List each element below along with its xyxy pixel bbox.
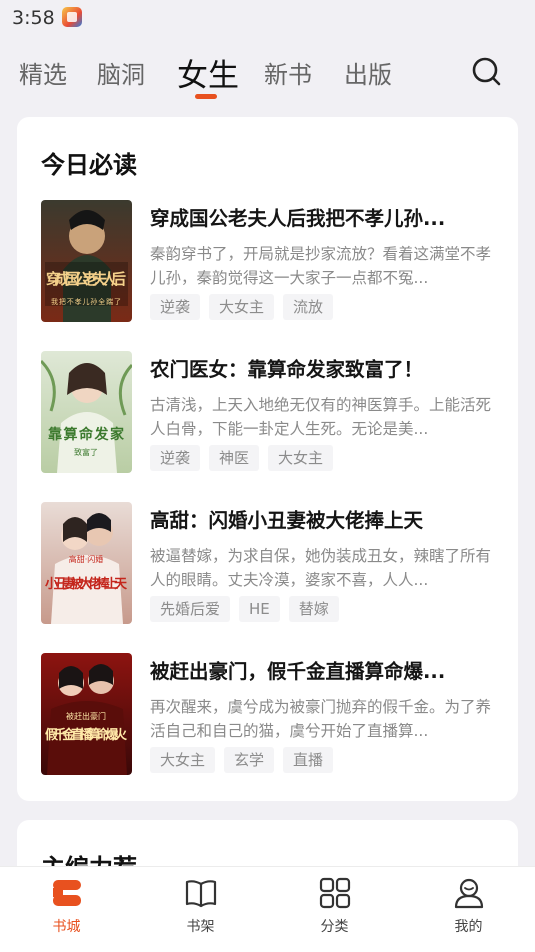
bookstore-icon [50,876,84,910]
tab-brainhole[interactable]: 脑洞 [97,55,145,90]
book-item[interactable]: 假千金直播算命爆火 被赶出豪门 被赶出豪门，假千金直播算命爆... 再次醒来，虞… [17,653,518,775]
cover-title: 假千金直播算命爆火 [45,727,128,743]
status-bar: 3:58 [0,0,535,38]
profile-icon [452,876,486,910]
tag[interactable]: 大女主 [150,747,216,773]
tag[interactable]: 流放 [283,294,334,320]
channel-tabs: 精选 脑洞 女生 新书 出版 [0,50,535,100]
nav-bookshelf[interactable]: 书架 [134,867,267,952]
tag-list: 逆袭 大女主 流放 [150,294,334,320]
book-description: 秦韵穿书了，开局就是抄家流放？看着这满堂不孝儿孙，秦韵觉得这一大家子一点都不冤.… [150,245,492,287]
cover-subtitle: 致富了 [74,447,98,457]
book-item[interactable]: 穿成国公老夫人后 我把不孝儿孙全踹了 穿成国公老夫人后我把不孝儿孙... 秦韵穿… [17,200,518,322]
tab-featured[interactable]: 精选 [19,55,67,90]
nav-label: 分类 [320,919,349,935]
cover-subtitle: 我把不孝儿孙全踹了 [51,297,121,306]
book-title: 穿成国公老夫人后我把不孝儿孙... [150,207,446,230]
book-cover[interactable]: 靠算命发家 致富了 [41,351,132,473]
tag[interactable]: 逆袭 [150,294,201,320]
book-cover[interactable]: 穿成国公老夫人后 我把不孝儿孙全踹了 [41,200,132,322]
tab-female[interactable]: 女生 [177,50,239,95]
tag[interactable]: 先婚后爱 [150,596,231,622]
tab-new-books[interactable]: 新书 [264,55,312,90]
tag[interactable]: 替嫁 [288,596,339,622]
tag-list: 大女主 玄学 直播 [150,747,334,773]
app-notification-icon [62,7,82,27]
book-item[interactable]: 小丑妻被大佬捧上天 高甜·闪婚 高甜：闪婚小丑妻被大佬捧上天 被逼替嫁，为求自保… [17,502,518,624]
nav-profile[interactable]: 我的 [402,867,535,952]
cover-title: 靠算命发家 [48,426,125,443]
status-time: 3:58 [12,7,55,29]
search-icon[interactable] [470,55,504,89]
nav-category[interactable]: 分类 [268,867,401,952]
book-description: 古清浅，上天入地绝无仅有的神医算手。上能活死人白骨，下能一卦定人生死。无论是美.… [150,396,492,438]
nav-label: 我的 [454,919,483,935]
tag[interactable]: 大女主 [209,294,275,320]
cover-subtitle: 高甜·闪婚 [69,554,104,564]
cover-title: 穿成国公老夫人后 [46,270,126,288]
tag[interactable]: HE [239,596,280,622]
cover-subtitle: 被赶出豪门 [66,711,106,721]
nav-bookstore[interactable]: 书城 [0,867,133,952]
tag-list: 逆袭 神医 大女主 [150,445,334,471]
tag[interactable]: 大女主 [268,445,334,471]
tag-list: 先婚后爱 HE 替嫁 [150,596,339,622]
book-title: 被赶出豪门，假千金直播算命爆... [150,660,446,683]
book-item[interactable]: 靠算命发家 致富了 农门医女：靠算命发家致富了！ 古清浅，上天入地绝无仅有的神医… [17,351,518,473]
tab-published[interactable]: 出版 [344,55,392,90]
nav-label: 书架 [186,919,215,935]
book-cover[interactable]: 小丑妻被大佬捧上天 高甜·闪婚 [41,502,132,624]
book-title: 农门医女：靠算命发家致富了！ [150,358,424,381]
active-tab-indicator [195,94,217,99]
bottom-nav: 书城 书架 分类 我的 [0,866,535,952]
tag[interactable]: 直播 [283,747,334,773]
tag[interactable]: 神医 [209,445,260,471]
bookshelf-icon [184,876,218,910]
book-description: 再次醒来，虞兮成为被豪门抛弃的假千金。为了养活自己和自己的猫，虞兮开始了直播算.… [150,698,492,740]
section-title: 今日必读 [41,151,137,179]
nav-label: 书城 [52,919,81,935]
tag[interactable]: 逆袭 [150,445,201,471]
category-grid-icon [318,876,352,910]
book-description: 被逼替嫁，为求自保，她伪装成丑女，辣瞎了所有人的眼睛。丈夫冷漠，婆家不喜，人人.… [150,547,492,589]
book-title: 高甜：闪婚小丑妻被大佬捧上天 [150,509,424,532]
tag[interactable]: 玄学 [224,747,275,773]
cover-title: 小丑妻被大佬捧上天 [45,576,128,592]
today-must-read-section: 今日必读 穿成国公老夫人后 我把不孝儿孙全踹了 穿成国公老夫人后我把不孝儿孙..… [17,117,518,801]
book-cover[interactable]: 假千金直播算命爆火 被赶出豪门 [41,653,132,775]
